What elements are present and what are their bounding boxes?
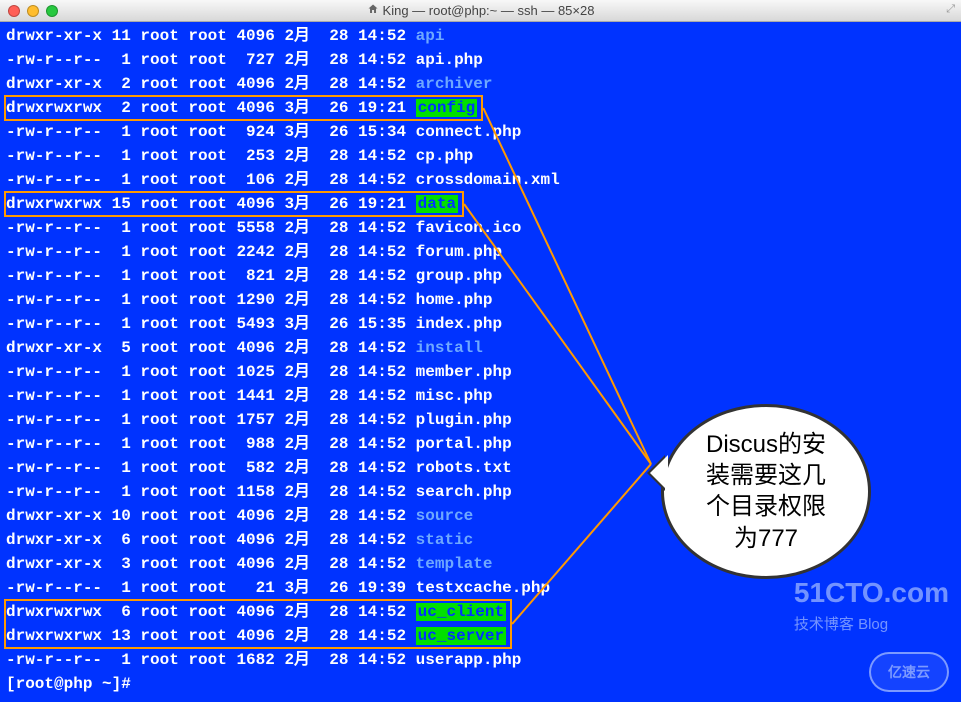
ls-name: home.php bbox=[416, 291, 493, 309]
ls-row: -rw-r--r-- 1 root root 106 2月 28 14:52 c… bbox=[6, 168, 955, 192]
window-titlebar: King — root@php:~ — ssh — 85×28 ⤢ bbox=[0, 0, 961, 22]
ls-meta: -rw-r--r-- 1 root root 727 2月 28 14:52 bbox=[6, 51, 416, 69]
ls-meta: -rw-r--r-- 1 root root 253 2月 28 14:52 bbox=[6, 147, 416, 165]
ls-meta: drwxrwxrwx 6 root root 4096 2月 28 14:52 bbox=[6, 603, 416, 621]
ls-name: install bbox=[416, 339, 483, 357]
ls-row: -rw-r--r-- 1 root root 1025 2月 28 14:52 … bbox=[6, 360, 955, 384]
ls-meta: drwxr-xr-x 10 root root 4096 2月 28 14:52 bbox=[6, 507, 416, 525]
expand-icon[interactable]: ⤢ bbox=[946, 3, 955, 16]
ls-row: -rw-r--r-- 1 root root 1682 2月 28 14:52 … bbox=[6, 648, 955, 672]
ls-row: -rw-r--r-- 1 root root 21 3月 26 19:39 te… bbox=[6, 576, 955, 600]
ls-name: api bbox=[416, 27, 445, 45]
ls-meta: drwxr-xr-x 11 root root 4096 2月 28 14:52 bbox=[6, 27, 416, 45]
zoom-button[interactable] bbox=[46, 5, 58, 17]
ls-name: forum.php bbox=[416, 243, 502, 261]
ls-name: source bbox=[416, 507, 474, 525]
ls-row: -rw-r--r-- 1 root root 1290 2月 28 14:52 … bbox=[6, 288, 955, 312]
ls-name: search.php bbox=[416, 483, 512, 501]
ls-row: drwxr-xr-x 11 root root 4096 2月 28 14:52… bbox=[6, 24, 955, 48]
ls-row: -rw-r--r-- 1 root root 924 3月 26 15:34 c… bbox=[6, 120, 955, 144]
ls-row: -rw-r--r-- 1 root root 5493 3月 26 15:35 … bbox=[6, 312, 955, 336]
ls-meta: drwxr-xr-x 2 root root 4096 2月 28 14:52 bbox=[6, 75, 416, 93]
ls-row: -rw-r--r-- 1 root root 727 2月 28 14:52 a… bbox=[6, 48, 955, 72]
ls-meta: drwxr-xr-x 5 root root 4096 2月 28 14:52 bbox=[6, 339, 416, 357]
ls-name: cp.php bbox=[416, 147, 474, 165]
ls-name: api.php bbox=[416, 51, 483, 69]
ls-row: -rw-r--r-- 1 root root 5558 2月 28 14:52 … bbox=[6, 216, 955, 240]
ls-row: drwxrwxrwx 2 root root 4096 3月 26 19:21 … bbox=[6, 96, 955, 120]
ls-meta: -rw-r--r-- 1 root root 1757 2月 28 14:52 bbox=[6, 411, 416, 429]
ls-row: -rw-r--r-- 1 root root 1441 2月 28 14:52 … bbox=[6, 384, 955, 408]
ls-row: -rw-r--r-- 1 root root 821 2月 28 14:52 g… bbox=[6, 264, 955, 288]
ls-row: drwxrwxrwx 13 root root 4096 2月 28 14:52… bbox=[6, 624, 955, 648]
ls-name: robots.txt bbox=[416, 459, 512, 477]
ls-row: -rw-r--r-- 1 root root 2242 2月 28 14:52 … bbox=[6, 240, 955, 264]
window-title-text: King — root@php:~ — ssh — 85×28 bbox=[383, 3, 595, 18]
ls-meta: -rw-r--r-- 1 root root 582 2月 28 14:52 bbox=[6, 459, 416, 477]
ls-name: misc.php bbox=[416, 387, 493, 405]
ls-meta: drwxrwxrwx 13 root root 4096 2月 28 14:52 bbox=[6, 627, 416, 645]
ls-name: uc_server bbox=[416, 627, 506, 645]
minimize-button[interactable] bbox=[27, 5, 39, 17]
window-controls bbox=[0, 5, 58, 17]
ls-meta: -rw-r--r-- 1 root root 5558 2月 28 14:52 bbox=[6, 219, 416, 237]
ls-meta: -rw-r--r-- 1 root root 821 2月 28 14:52 bbox=[6, 267, 416, 285]
prompt-line[interactable]: [root@php ~]# bbox=[6, 672, 955, 696]
ls-meta: drwxr-xr-x 3 root root 4096 2月 28 14:52 bbox=[6, 555, 416, 573]
ls-meta: -rw-r--r-- 1 root root 1158 2月 28 14:52 bbox=[6, 483, 416, 501]
ls-name: crossdomain.xml bbox=[416, 171, 560, 189]
prompt-text: [root@php ~]# bbox=[6, 675, 131, 693]
ls-name: template bbox=[416, 555, 493, 573]
ls-name: archiver bbox=[416, 75, 493, 93]
ls-meta: -rw-r--r-- 1 root root 1025 2月 28 14:52 bbox=[6, 363, 416, 381]
terminal-body[interactable]: drwxr-xr-x 11 root root 4096 2月 28 14:52… bbox=[0, 22, 961, 702]
ls-meta: -rw-r--r-- 1 root root 988 2月 28 14:52 bbox=[6, 435, 416, 453]
ls-row: drwxrwxrwx 6 root root 4096 2月 28 14:52 … bbox=[6, 600, 955, 624]
ls-name: member.php bbox=[416, 363, 512, 381]
ls-meta: -rw-r--r-- 1 root root 924 3月 26 15:34 bbox=[6, 123, 416, 141]
ls-name: index.php bbox=[416, 315, 502, 333]
ls-meta: drwxr-xr-x 6 root root 4096 2月 28 14:52 bbox=[6, 531, 416, 549]
ls-name: uc_client bbox=[416, 603, 506, 621]
ls-meta: -rw-r--r-- 1 root root 106 2月 28 14:52 bbox=[6, 171, 416, 189]
window-title: King — root@php:~ — ssh — 85×28 bbox=[367, 3, 595, 18]
ls-name: plugin.php bbox=[416, 411, 512, 429]
ls-name: userapp.php bbox=[416, 651, 522, 669]
ls-name: group.php bbox=[416, 267, 502, 285]
ls-meta: -rw-r--r-- 1 root root 21 3月 26 19:39 bbox=[6, 579, 416, 597]
ls-meta: -rw-r--r-- 1 root root 1441 2月 28 14:52 bbox=[6, 387, 416, 405]
ls-name: portal.php bbox=[416, 435, 512, 453]
ls-name: data bbox=[416, 195, 458, 213]
ls-row: drwxr-xr-x 5 root root 4096 2月 28 14:52 … bbox=[6, 336, 955, 360]
ls-name: config bbox=[416, 99, 478, 117]
ls-name: testxcache.php bbox=[416, 579, 550, 597]
ls-row: drwxr-xr-x 2 root root 4096 2月 28 14:52 … bbox=[6, 72, 955, 96]
ls-meta: -rw-r--r-- 1 root root 1682 2月 28 14:52 bbox=[6, 651, 416, 669]
ls-row: -rw-r--r-- 1 root root 253 2月 28 14:52 c… bbox=[6, 144, 955, 168]
ls-meta: drwxrwxrwx 2 root root 4096 3月 26 19:21 bbox=[6, 99, 416, 117]
annotation-bubble: Discus的安装需要这几个目录权限为777 bbox=[661, 404, 871, 579]
ls-meta: drwxrwxrwx 15 root root 4096 3月 26 19:21 bbox=[6, 195, 416, 213]
ls-meta: -rw-r--r-- 1 root root 1290 2月 28 14:52 bbox=[6, 291, 416, 309]
close-button[interactable] bbox=[8, 5, 20, 17]
ls-row: drwxrwxrwx 15 root root 4096 3月 26 19:21… bbox=[6, 192, 955, 216]
ls-name: favicon.ico bbox=[416, 219, 522, 237]
cursor bbox=[140, 675, 149, 693]
ls-meta: -rw-r--r-- 1 root root 2242 2月 28 14:52 bbox=[6, 243, 416, 261]
ls-meta: -rw-r--r-- 1 root root 5493 3月 26 15:35 bbox=[6, 315, 416, 333]
ls-name: static bbox=[416, 531, 474, 549]
home-icon bbox=[367, 3, 379, 18]
ls-name: connect.php bbox=[416, 123, 522, 141]
